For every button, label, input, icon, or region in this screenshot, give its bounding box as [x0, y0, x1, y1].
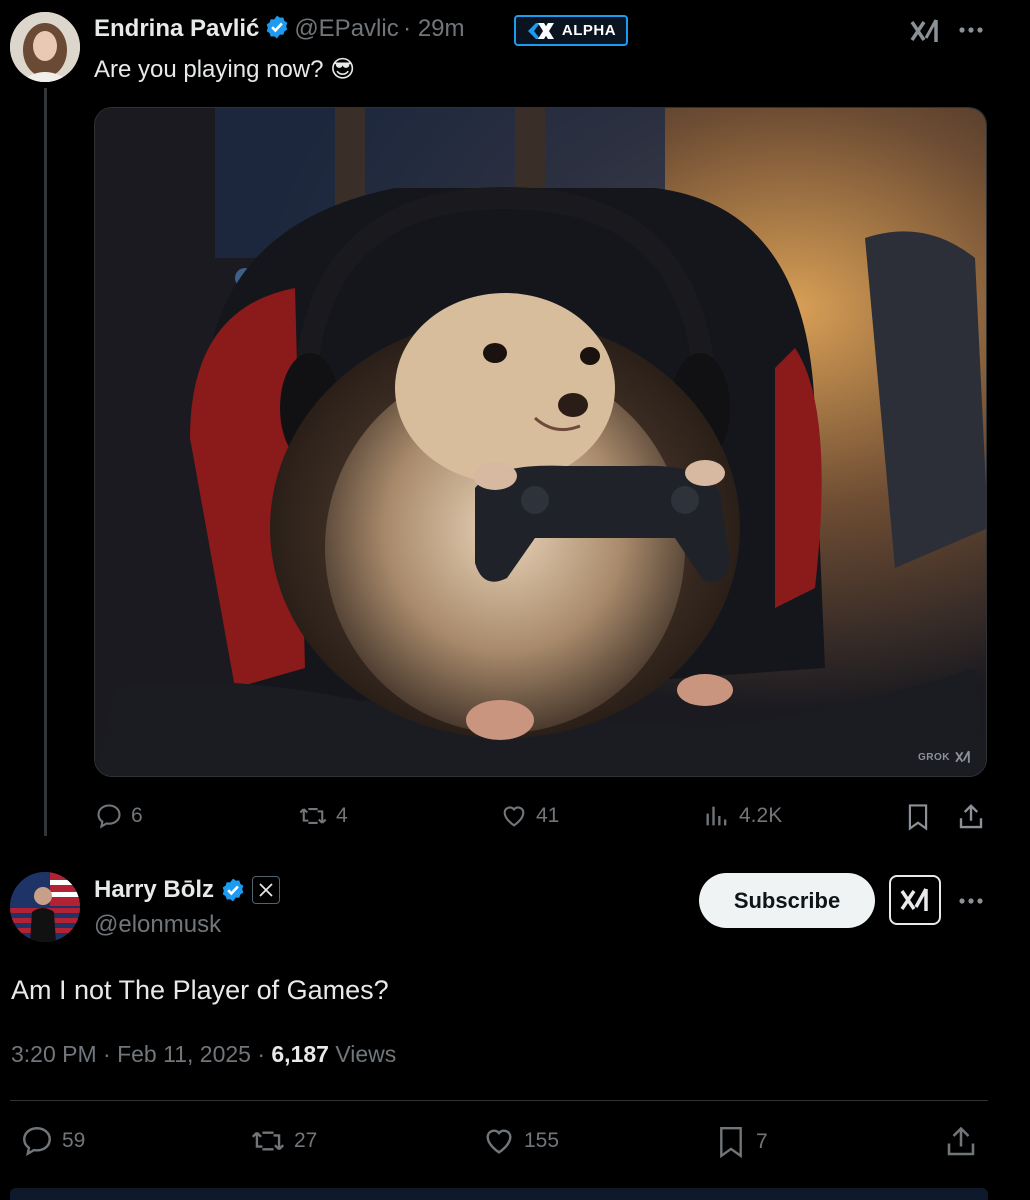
reply-icon [23, 1127, 51, 1157]
grok-icon [900, 888, 928, 911]
avatar[interactable] [10, 12, 80, 82]
grok-icon [955, 750, 970, 763]
timestamp[interactable]: 3:20 PM · Feb 11, 2025 · [11, 1041, 265, 1067]
author-name[interactable]: Endrina Pavlić [94, 15, 259, 42]
reply-text: Am I not The Player of Games? [11, 975, 389, 1005]
compose-bar-edge [10, 1188, 988, 1200]
avatar[interactable] [10, 872, 80, 942]
share-icon[interactable] [956, 802, 986, 837]
author-name[interactable]: Harry Bōlz [94, 876, 214, 904]
subscribe-button[interactable]: Subscribe [699, 873, 875, 928]
more-icon[interactable] [957, 891, 987, 916]
like-icon [486, 1129, 512, 1154]
reply-button[interactable]: 59 [20, 1124, 85, 1158]
verified-badge-icon [266, 15, 288, 39]
views-button[interactable]: 4.2K [703, 802, 782, 830]
reply-header: Harry Bōlz [94, 876, 281, 904]
retweet-button[interactable]: 4 [298, 802, 348, 830]
tweet-meta: 3:20 PM · Feb 11, 2025 · 6,187 Views [11, 1041, 396, 1068]
tweet-header: Endrina Pavlić @EPavlic · 29m [94, 14, 465, 43]
like-count: 155 [524, 1129, 560, 1152]
tweet-time[interactable]: · 29m [403, 15, 464, 42]
thread-line [44, 88, 47, 836]
retweet-button[interactable]: 27 [250, 1124, 317, 1158]
alpha-badge[interactable]: ALPHA [514, 15, 628, 46]
views-count: 4.2K [739, 804, 783, 827]
reply-icon [97, 804, 121, 829]
author-handle[interactable]: @elonmusk [94, 911, 221, 939]
views-count: 6,187 [271, 1041, 329, 1067]
like-button[interactable]: 41 [500, 802, 559, 830]
x-logo-icon [252, 876, 281, 904]
tweet-text: Are you playing now? 😎 [94, 56, 356, 83]
bookmark-button[interactable]: 7 [714, 1124, 768, 1160]
share-icon[interactable] [943, 1124, 979, 1165]
like-button[interactable]: 155 [482, 1124, 559, 1158]
watermark-label: GROK [918, 751, 950, 763]
tweet-image[interactable]: GROK [94, 107, 987, 777]
retweet-icon [299, 808, 327, 824]
grok-button[interactable] [889, 875, 941, 925]
like-icon [503, 806, 525, 827]
bookmark-icon[interactable] [904, 802, 932, 837]
views-icon [706, 806, 727, 826]
like-count: 41 [536, 804, 560, 827]
alpha-badge-label: ALPHA [561, 22, 617, 39]
reply-button[interactable]: 6 [95, 802, 143, 830]
grok-icon[interactable] [908, 16, 942, 51]
author-handle[interactable]: @EPavlic [294, 15, 398, 42]
reply-count: 6 [131, 804, 143, 827]
bookmark-count: 7 [756, 1130, 768, 1153]
bookmark-icon [720, 1126, 742, 1159]
alpha-logo-icon [527, 22, 554, 39]
retweet-count: 4 [336, 804, 348, 827]
retweet-count: 27 [294, 1129, 318, 1152]
verified-badge-icon [222, 878, 244, 902]
views-label: Views [335, 1041, 397, 1067]
image-watermark: GROK [918, 748, 972, 766]
reply-count: 59 [62, 1129, 86, 1152]
hedgehog-gaming-image [95, 108, 986, 776]
more-icon[interactable] [957, 20, 987, 45]
retweet-icon [251, 1131, 285, 1151]
divider [10, 1100, 988, 1101]
